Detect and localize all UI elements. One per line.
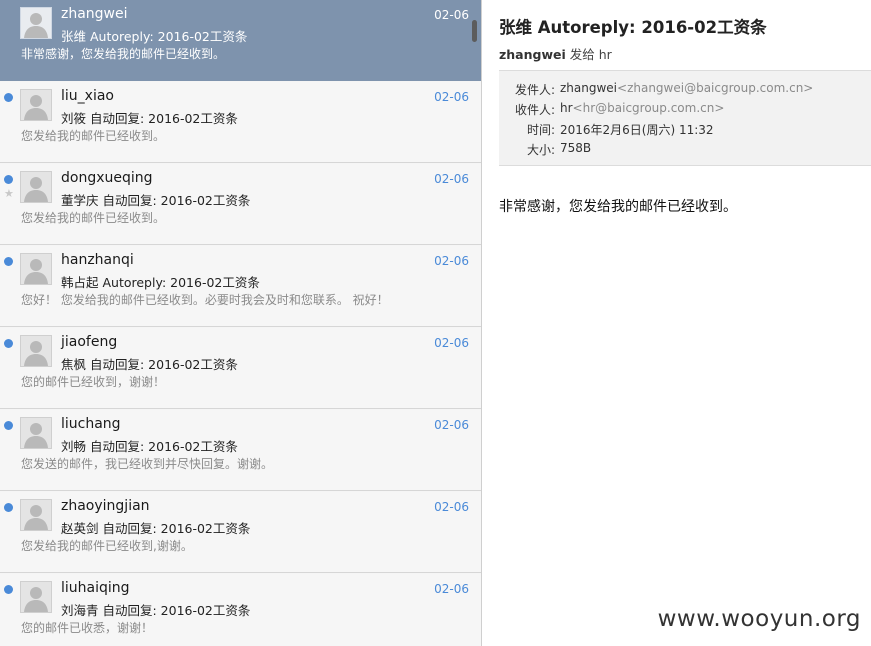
- sender-name: liuchang: [61, 416, 121, 432]
- message-preview: 您发给我的邮件已经收到,谢谢。: [21, 539, 193, 553]
- avatar: [20, 581, 52, 613]
- message-preview: 您的邮件已经收到，谢谢！: [21, 375, 166, 389]
- sender-name: liuhaiqing: [61, 580, 130, 596]
- message-date: 02-06: [434, 90, 469, 104]
- message-preview: 您发给我的邮件已经收到。: [21, 211, 166, 225]
- sender-summary-name[interactable]: zhangwei: [499, 47, 566, 62]
- unread-dot-icon: [4, 257, 13, 266]
- avatar: [20, 171, 52, 203]
- unread-dot-icon: [4, 93, 13, 102]
- sender-name: zhangwei: [61, 6, 128, 22]
- from-address: <zhangwei@baicgroup.com.cn>: [617, 81, 814, 95]
- message-list-item[interactable]: zhaoyingjian 02-06 赵英剑 自动回复: 2016-02工资条您发给…: [0, 492, 481, 573]
- message-subject: 韩占起 Autoreply: 2016-02工资条: [61, 275, 260, 290]
- message-date: 02-06: [434, 418, 469, 432]
- message-preview: 您好！ 您发给我的邮件已经收到。必要时我会及时和您联系。 祝好！: [21, 293, 389, 307]
- message-list-item[interactable]: liu_xiao 02-06 刘筱 自动回复: 2016-02工资条您发给我的邮件已…: [0, 82, 481, 163]
- message-subject: 焦枫 自动回复: 2016-02工资条: [61, 357, 238, 372]
- unread-dot-icon: [4, 339, 13, 348]
- message-subject: 赵英剑 自动回复: 2016-02工资条: [61, 521, 251, 536]
- message-list-item[interactable]: hanzhanqi 02-06 韩占起 Autoreply: 2016-02工资条您…: [0, 246, 481, 327]
- watermark: www.wooyun.org: [657, 606, 861, 632]
- message-date: 02-06: [434, 172, 469, 186]
- message-list-item[interactable]: jiaofeng 02-06 焦枫 自动回复: 2016-02工资条您的邮件已经收到…: [0, 328, 481, 409]
- message-preview: 您的邮件已收悉，谢谢！: [21, 621, 154, 635]
- sender-name: zhaoyingjian: [61, 498, 150, 514]
- message-subject: 刘筱 自动回复: 2016-02工资条: [61, 111, 238, 126]
- message-date: 02-06: [434, 500, 469, 514]
- size-value: 758B: [560, 141, 592, 155]
- list-scrollbar[interactable]: [472, 20, 477, 42]
- avatar: [20, 7, 52, 39]
- unread-dot-icon: [4, 175, 13, 184]
- message-list-item[interactable]: ★ dongxueqing 02-06 董学庆 自动回复: 2016-02工资条您发给…: [0, 164, 481, 245]
- message-date: 02-06: [434, 8, 469, 22]
- message-subject: 董学庆 自动回复: 2016-02工资条: [61, 193, 251, 208]
- sender-name: liu_xiao: [61, 88, 114, 104]
- from-label: 发件人:: [514, 83, 555, 97]
- unread-dot-icon: [4, 503, 13, 512]
- message-list-item[interactable]: zhangwei 02-06 张维 Autoreply: 2016-02工资条非常感…: [0, 0, 481, 81]
- message-date: 02-06: [434, 254, 469, 268]
- message-date: 02-06: [434, 582, 469, 596]
- message-date: 02-06: [434, 336, 469, 350]
- message-preview: 您发给我的邮件已经收到。: [21, 129, 166, 143]
- message-body: 非常感谢，您发给我的邮件已经收到。: [499, 199, 737, 215]
- message-header-box: 发件人: zhangwei<zhangwei@baicgroup.com.cn>…: [499, 70, 871, 166]
- to-address: <hr@baicgroup.com.cn>: [572, 101, 725, 115]
- message-list-item[interactable]: liuchang 02-06 刘畅 自动回复: 2016-02工资条您发送的邮件，我…: [0, 410, 481, 491]
- unread-dot-icon: [4, 585, 13, 594]
- avatar: [20, 335, 52, 367]
- from-name: zhangwei: [560, 81, 618, 95]
- message-preview: 非常感谢，您发给我的邮件已经收到。: [21, 47, 226, 61]
- sender-name: hanzhanqi: [61, 252, 134, 268]
- message-subject: 刘海青 自动回复: 2016-02工资条: [61, 603, 251, 618]
- message-list: liuhaiqing 02-06 刘海青 自动回复: 2016-02工资条 您的邮件已…: [0, 0, 482, 646]
- message-subject: 刘畅 自动回复: 2016-02工资条: [61, 439, 238, 454]
- message-list-item[interactable]: liuhaiqing 02-06 刘海青 自动回复: 2016-02工资条您的邮件已…: [0, 574, 481, 646]
- from-value[interactable]: zhangwei<zhangwei@baicgroup.com.cn>: [560, 81, 813, 95]
- time-label: 时间:: [526, 123, 555, 137]
- sender-summary-recipient: 发给 hr: [569, 47, 612, 62]
- message-preview: 您发送的邮件，我已经收到并尽快回复。谢谢。: [21, 457, 274, 471]
- avatar: [20, 253, 52, 285]
- avatar: [20, 417, 52, 449]
- to-name: hr: [560, 101, 573, 115]
- to-value[interactable]: hr<hr@baicgroup.com.cn>: [560, 101, 724, 115]
- size-label: 大小:: [526, 143, 555, 157]
- message-subject: 张维 Autoreply: 2016-02工资条: [61, 29, 248, 44]
- sender-name: dongxueqing: [61, 170, 153, 186]
- avatar: [20, 499, 52, 531]
- time-value: 2016年2月6日(周六) 11:32: [560, 123, 714, 137]
- sender-summary: zhangwei 发给 hr: [499, 44, 612, 63]
- unread-dot-icon: [4, 421, 13, 430]
- message-title: 张维 Autoreply: 2016-02工资条: [499, 18, 767, 37]
- avatar: [20, 89, 52, 121]
- star-icon[interactable]: ★: [4, 188, 14, 199]
- message-detail-pane: 张维 Autoreply: 2016-02工资条 zhangwei 发给 hr …: [482, 0, 871, 646]
- sender-name: jiaofeng: [61, 334, 118, 350]
- to-label: 收件人:: [514, 103, 555, 117]
